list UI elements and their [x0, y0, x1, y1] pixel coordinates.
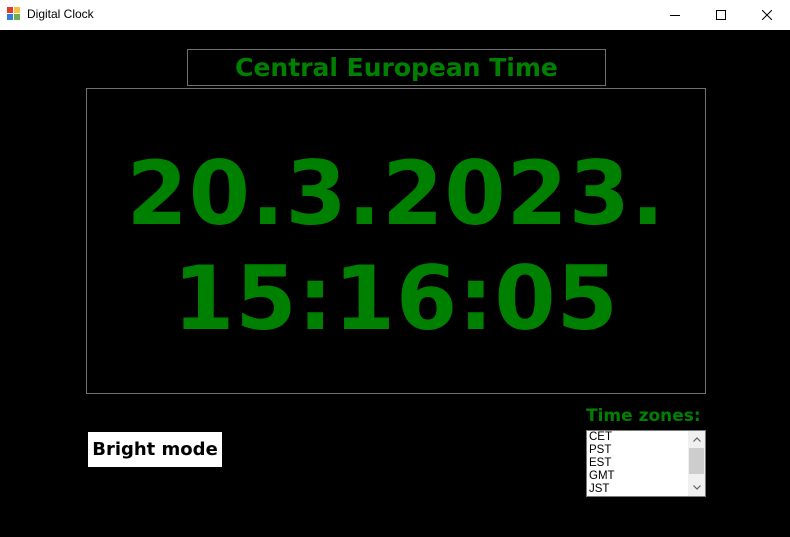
scroll-thumb[interactable] [689, 448, 704, 474]
minimize-button[interactable] [652, 0, 698, 30]
timezone-title: Central European Time [187, 49, 606, 86]
list-item[interactable]: JST [588, 483, 688, 496]
timezone-items: CET PST EST GMT JST [588, 431, 688, 496]
clock-panel: 20.3.2023. 15:16:05 [86, 88, 706, 394]
list-item[interactable]: CET [588, 431, 688, 444]
title-bar[interactable]: Digital Clock [0, 0, 790, 30]
minimize-icon [670, 15, 680, 16]
date-display: 20.3.2023. [126, 142, 666, 245]
list-item[interactable]: EST [588, 457, 688, 470]
window-title: Digital Clock [27, 7, 94, 21]
listbox-scrollbar[interactable] [688, 431, 705, 496]
close-button[interactable] [744, 0, 790, 30]
chevron-down-icon [692, 485, 701, 490]
close-icon [762, 10, 772, 20]
maximize-button[interactable] [698, 0, 744, 30]
timezones-label: Time zones: [586, 406, 701, 426]
scroll-up-button[interactable] [688, 431, 705, 448]
bright-mode-button[interactable]: Bright mode [88, 432, 222, 467]
list-item[interactable]: PST [588, 444, 688, 457]
time-display: 15:16:05 [173, 247, 619, 350]
chevron-up-icon [692, 437, 701, 442]
list-item[interactable]: GMT [588, 470, 688, 483]
maximize-icon [716, 10, 726, 20]
app-icon [7, 7, 21, 21]
timezone-listbox[interactable]: CET PST EST GMT JST [586, 430, 706, 497]
scroll-down-button[interactable] [688, 479, 705, 496]
